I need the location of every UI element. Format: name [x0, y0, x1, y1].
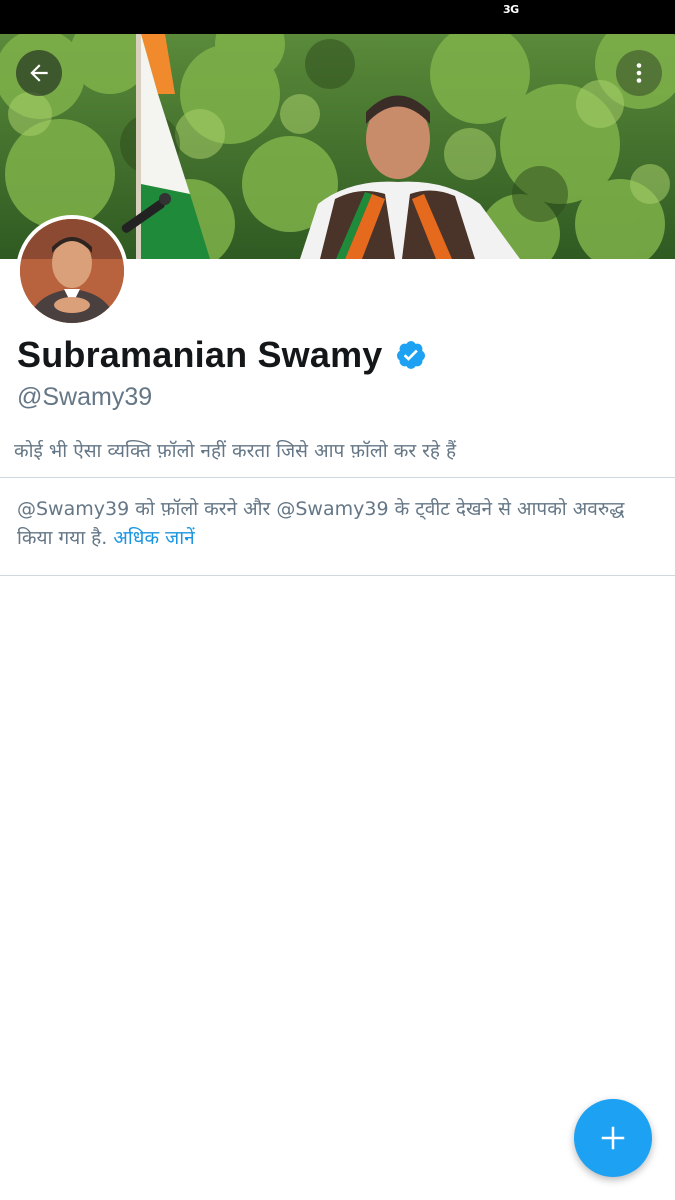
followers-you-know-text: कोई भी ऐसा व्यक्ति फ़ॉलो नहीं करता जिसे … [14, 440, 457, 462]
profile-handle: @Swamy39 [17, 383, 153, 411]
more-options-button[interactable] [616, 50, 662, 96]
blocked-notice-text: @Swamy39 को फ़ॉलो करने और @Swamy39 के ट्… [17, 498, 625, 549]
learn-more-link[interactable]: अधिक जानें [113, 527, 194, 549]
arrow-left-icon [30, 64, 48, 82]
blocked-notice: @Swamy39 को फ़ॉलो करने और @Swamy39 के ट्… [17, 495, 657, 553]
back-button[interactable] [16, 50, 62, 96]
compose-tweet-button[interactable] [574, 1099, 652, 1177]
divider [0, 477, 675, 478]
avatar-image [20, 219, 124, 323]
network-indicator: 3G [503, 3, 519, 16]
divider [0, 575, 675, 576]
verified-badge-icon [396, 341, 425, 369]
profile-name-row: Subramanian Swamy [17, 333, 427, 377]
plus-icon [601, 1126, 625, 1150]
more-vertical-icon [636, 63, 642, 83]
profile-name: Subramanian Swamy [17, 334, 383, 375]
avatar[interactable] [16, 215, 128, 327]
status-bar: 3G [0, 0, 675, 34]
